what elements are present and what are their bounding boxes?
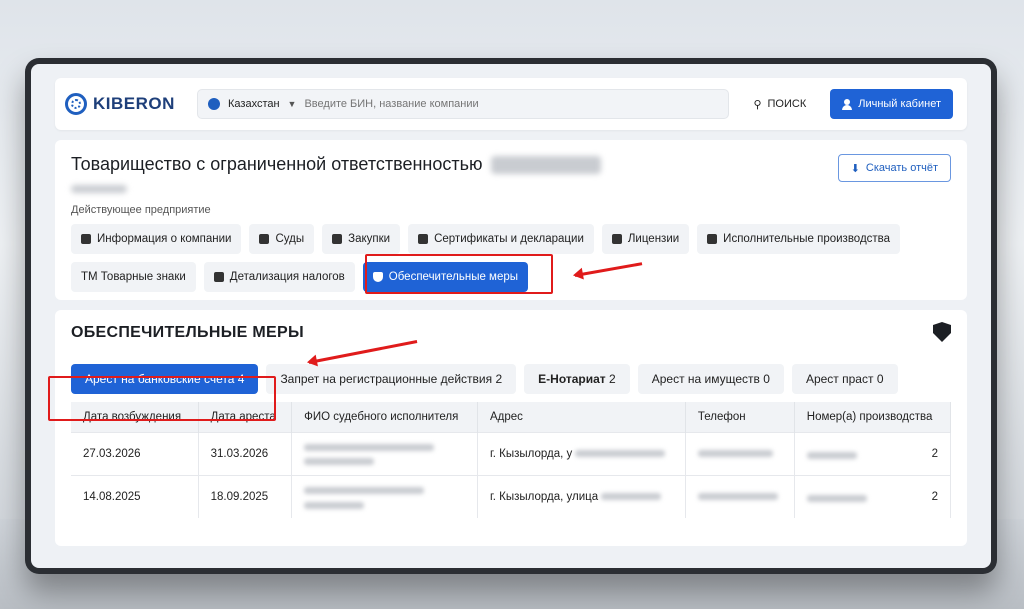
company-name-redacted bbox=[490, 155, 601, 174]
address-text: г. Кызылорда, у bbox=[489, 447, 573, 460]
user-icon bbox=[842, 98, 853, 110]
column-header: Телефон bbox=[685, 402, 795, 432]
company-title-text: Товарищество с ограниченной ответственно… bbox=[71, 154, 483, 174]
tab-label: Суды bbox=[275, 233, 305, 245]
cell-phone-redacted bbox=[685, 474, 795, 518]
tab-label: Лицензии bbox=[627, 233, 680, 245]
measures-title: ОБЕСПЕЧИТЕЛЬНЫЕ МЕРЫ bbox=[71, 324, 304, 341]
tab-courts[interactable]: Суды bbox=[249, 224, 315, 254]
tab-registration-ban[interactable]: Запрет на регистрационные действия 2 bbox=[266, 364, 517, 394]
search-bar: Казахстан ▼ bbox=[197, 89, 730, 119]
tab-label: Арест на имуществ bbox=[651, 372, 760, 386]
cell-address: г. Кызылорда, у bbox=[477, 431, 686, 475]
tab-label: ТМ Товарные знаки bbox=[81, 271, 186, 283]
search-button-label: ПОИСК bbox=[767, 98, 807, 110]
personal-cabinet-button[interactable]: Личный кабинет bbox=[830, 89, 953, 119]
highlight-box-bank-tab bbox=[48, 376, 276, 421]
tab-e-notariat[interactable]: E-Нотариат 2 bbox=[524, 364, 630, 394]
tab-trademarks[interactable]: ТМ Товарные знаки bbox=[71, 262, 196, 292]
badge-icon bbox=[418, 234, 429, 244]
arrow-pointer-bank-tab bbox=[308, 340, 418, 364]
cell-case-numbers: 2 bbox=[794, 474, 952, 518]
chevron-down-icon[interactable]: ▼ bbox=[288, 99, 297, 109]
top-bar: KIBERON Казахстан ▼ ⚲ ПОИСК Личный кабин… bbox=[55, 78, 967, 130]
handshake-icon bbox=[332, 234, 343, 244]
logo-text: KIBERON bbox=[93, 94, 175, 113]
tab-certificates[interactable]: Сертификаты и декларации bbox=[408, 224, 594, 254]
tab-label: Запрет на регистрационные действия bbox=[280, 372, 493, 386]
column-header: Номер(а) производства bbox=[794, 402, 952, 432]
country-select[interactable]: Казахстан bbox=[228, 98, 280, 110]
cell-start-date: 27.03.2026 bbox=[71, 431, 199, 475]
company-card: Товарищество с ограниченной ответственно… bbox=[55, 140, 967, 300]
table-row[interactable]: 27.03.2026 31.03.2026 г. Кызылорда, у 2 bbox=[71, 431, 952, 475]
cell-officer-redacted bbox=[291, 474, 478, 518]
tab-count: 0 bbox=[876, 372, 884, 386]
file-icon bbox=[611, 234, 622, 244]
personal-cabinet-label: Личный кабинет bbox=[858, 98, 941, 110]
company-title: Товарищество с ограниченной ответственно… bbox=[71, 154, 951, 175]
coins-icon bbox=[213, 272, 224, 282]
column-header: ФИО судебного исполнителя bbox=[291, 402, 478, 432]
search-icon: ⚲ bbox=[753, 98, 762, 111]
address-text: г. Кызылорда, улица bbox=[489, 490, 599, 503]
cell-address: г. Кызылорда, улица bbox=[477, 474, 686, 518]
tab-count: 0 bbox=[763, 372, 770, 386]
logo-icon bbox=[65, 93, 87, 115]
scales-icon bbox=[259, 234, 270, 244]
tab-label: Информация о компании bbox=[97, 233, 232, 245]
cell-case-numbers: 2 bbox=[794, 431, 952, 475]
case-count: 2 bbox=[931, 490, 938, 503]
highlight-box-security-tab bbox=[365, 254, 553, 294]
company-bin-redacted bbox=[71, 185, 127, 193]
cell-phone-redacted bbox=[685, 431, 795, 475]
download-report-label: Скачать отчёт bbox=[865, 162, 938, 174]
tab-label: E-Нотариат bbox=[538, 372, 606, 386]
screen: KIBERON Казахстан ▼ ⚲ ПОИСК Личный кабин… bbox=[31, 64, 991, 568]
security-measures-panel: ОБЕСПЕЧИТЕЛЬНЫЕ МЕРЫ Арест на банковские… bbox=[48, 310, 967, 546]
tab-count: 2 bbox=[495, 372, 503, 386]
tab-licenses[interactable]: Лицензии bbox=[601, 224, 690, 254]
document-icon bbox=[81, 234, 91, 244]
globe-icon bbox=[208, 98, 220, 110]
cell-arrest-date: 31.03.2026 bbox=[198, 431, 293, 475]
tab-tax-details[interactable]: Детализация налогов bbox=[203, 262, 355, 292]
column-header: Адрес bbox=[477, 402, 686, 432]
search-button[interactable]: ⚲ ПОИСК bbox=[741, 98, 818, 111]
case-count: 2 bbox=[931, 447, 938, 460]
download-icon: ⬇ bbox=[850, 162, 860, 175]
cell-officer-redacted bbox=[291, 431, 478, 475]
company-tabs-row-1: Информация о компании Суды Закупки Серти… bbox=[71, 224, 951, 254]
tab-procurement[interactable]: Закупки bbox=[322, 224, 401, 254]
tab-label: Закупки bbox=[348, 233, 391, 245]
gavel-icon bbox=[707, 234, 718, 244]
download-report-button[interactable]: ⬇ Скачать отчёт bbox=[837, 154, 951, 182]
tab-enforcement[interactable]: Исполнительные производства bbox=[697, 224, 901, 254]
tab-property-arrest[interactable]: Арест на имуществ 0 bbox=[637, 364, 784, 394]
search-input[interactable] bbox=[304, 98, 719, 110]
tab-company-info[interactable]: Информация о компании bbox=[71, 224, 242, 254]
tab-label: Детализация налогов bbox=[229, 271, 345, 283]
table-row[interactable]: 14.08.2025 18.09.2025 г. Кызылорда, улиц… bbox=[71, 474, 952, 518]
cell-arrest-date: 18.09.2025 bbox=[198, 474, 293, 518]
company-status: Действующее предприятие bbox=[71, 204, 211, 216]
tab-label: Сертификаты и декларации bbox=[434, 233, 584, 245]
monitor-frame: KIBERON Казахстан ▼ ⚲ ПОИСК Личный кабин… bbox=[25, 58, 997, 574]
tab-label: Исполнительные производства bbox=[723, 233, 891, 245]
tab-count: 2 bbox=[609, 372, 616, 386]
tab-label: Арест праст bbox=[805, 372, 874, 386]
logo[interactable]: KIBERON bbox=[65, 93, 185, 115]
tab-rights-arrest[interactable]: Арест праст 0 bbox=[791, 364, 898, 394]
cell-start-date: 14.08.2025 bbox=[71, 474, 199, 518]
